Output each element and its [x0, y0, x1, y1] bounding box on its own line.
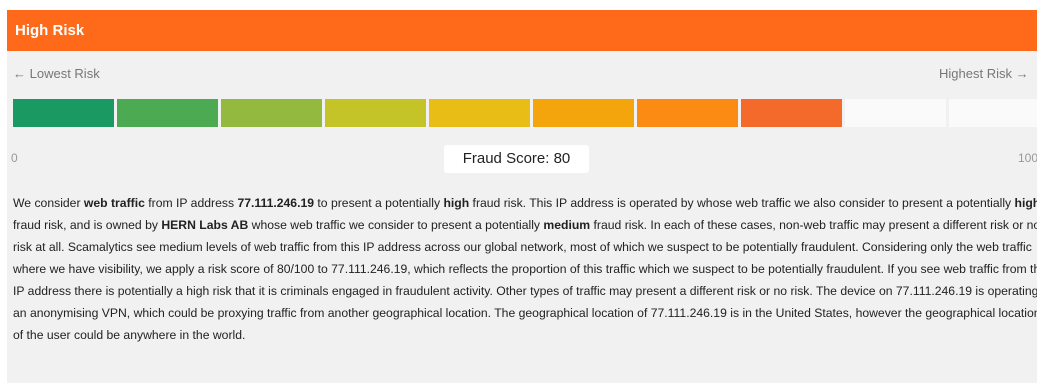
risk-segment-5 — [429, 99, 530, 127]
score-scale-row: 0 Fraud Score: 80 100 — [7, 137, 1037, 175]
risk-segment-3 — [221, 99, 322, 127]
lowest-risk-label: ← Lowest Risk — [13, 66, 100, 81]
risk-segment-8 — [741, 99, 842, 127]
risk-level-header: High Risk — [7, 10, 1037, 51]
description-emphasis: HERN Labs AB — [161, 218, 249, 232]
scale-min-label: 0 — [11, 151, 18, 165]
risk-description: We consider web traffic from IP address … — [13, 192, 1037, 346]
description-text: to present a potentially — [314, 196, 444, 210]
risk-segment-1 — [13, 99, 114, 127]
risk-segment-7 — [637, 99, 738, 127]
description-text: fraud risk. This IP address is operated … — [469, 196, 1015, 210]
risk-level-title: High Risk — [15, 22, 85, 39]
fraud-score-text: Fraud Score: 80 — [462, 150, 571, 167]
risk-panel: High Risk ← Lowest Risk Highest Risk → 0… — [7, 10, 1037, 383]
risk-segment-9 — [845, 99, 946, 127]
risk-segment-2 — [117, 99, 218, 127]
description-text: from IP address — [144, 196, 238, 210]
description-text: fraud risk, and is owned by — [13, 218, 162, 232]
risk-gradient-bar — [13, 99, 1037, 127]
description-emphasis: medium — [543, 218, 591, 232]
description-emphasis: web traffic — [83, 196, 145, 210]
risk-segment-10 — [949, 99, 1037, 127]
description-emphasis: 77.111.246.19 — [237, 196, 315, 210]
description-text: whose web traffic we consider to present… — [248, 218, 544, 232]
description-text: We consider — [13, 196, 84, 210]
risk-direction-labels: ← Lowest Risk Highest Risk → — [7, 51, 1037, 96]
risk-segment-4 — [325, 99, 426, 127]
description-emphasis: high — [1014, 196, 1037, 210]
fraud-score-badge: Fraud Score: 80 — [444, 145, 589, 173]
description-emphasis: high — [443, 196, 470, 210]
risk-segment-6 — [533, 99, 634, 127]
highest-risk-label: Highest Risk → — [939, 66, 1029, 81]
description-text: fraud risk. In each of these cases, non-… — [13, 218, 1037, 342]
scale-max-label: 100 — [1018, 151, 1037, 165]
